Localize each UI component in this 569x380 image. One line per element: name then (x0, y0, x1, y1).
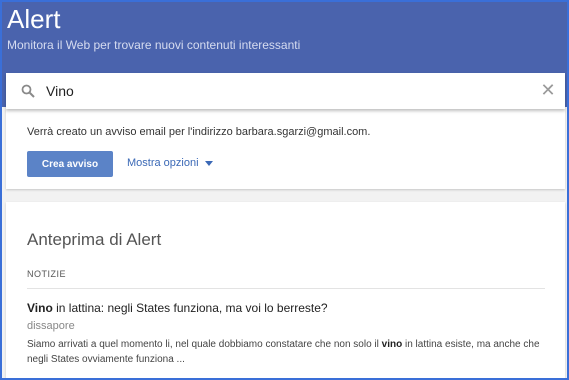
chevron-down-icon (204, 160, 213, 166)
search-bar: ✕ (6, 73, 565, 109)
result-title-link[interactable]: Vino in lattina: negli States funziona, … (27, 301, 328, 315)
show-options-link[interactable]: Mostra opzioni (127, 157, 213, 169)
show-options-label: Mostra opzioni (127, 157, 199, 169)
search-icon (21, 84, 35, 98)
result-source: dissapore (27, 320, 75, 332)
email-note: Verrà creato un avviso email per l'indir… (27, 126, 371, 138)
alert-preview-card: Anteprima di Alert NOTIZIE Vino in latti… (6, 202, 565, 380)
snippet-text-before: Siamo arrivati a quel momento li, nel qu… (27, 339, 382, 350)
create-alert-button[interactable]: Crea avviso (27, 151, 113, 177)
page-subtitle: Monitora il Web per trovare nuovi conten… (7, 38, 301, 52)
search-input[interactable] (46, 81, 526, 101)
preview-title: Anteprima di Alert (27, 230, 162, 249)
result-snippet: Siamo arrivati a quel momento li, nel qu… (27, 337, 547, 367)
result-title-keyword: Vino (27, 301, 53, 315)
page-title: Alert (7, 4, 61, 34)
close-icon[interactable]: ✕ (539, 80, 557, 100)
create-alert-card: Verrà creato un avviso email per l'indir… (6, 109, 565, 189)
divider (27, 288, 545, 289)
section-label-news: NOTIZIE (27, 269, 66, 279)
snippet-keyword: vino (381, 339, 403, 350)
result-title-text: in lattina: negli States funziona, ma vo… (52, 301, 328, 315)
